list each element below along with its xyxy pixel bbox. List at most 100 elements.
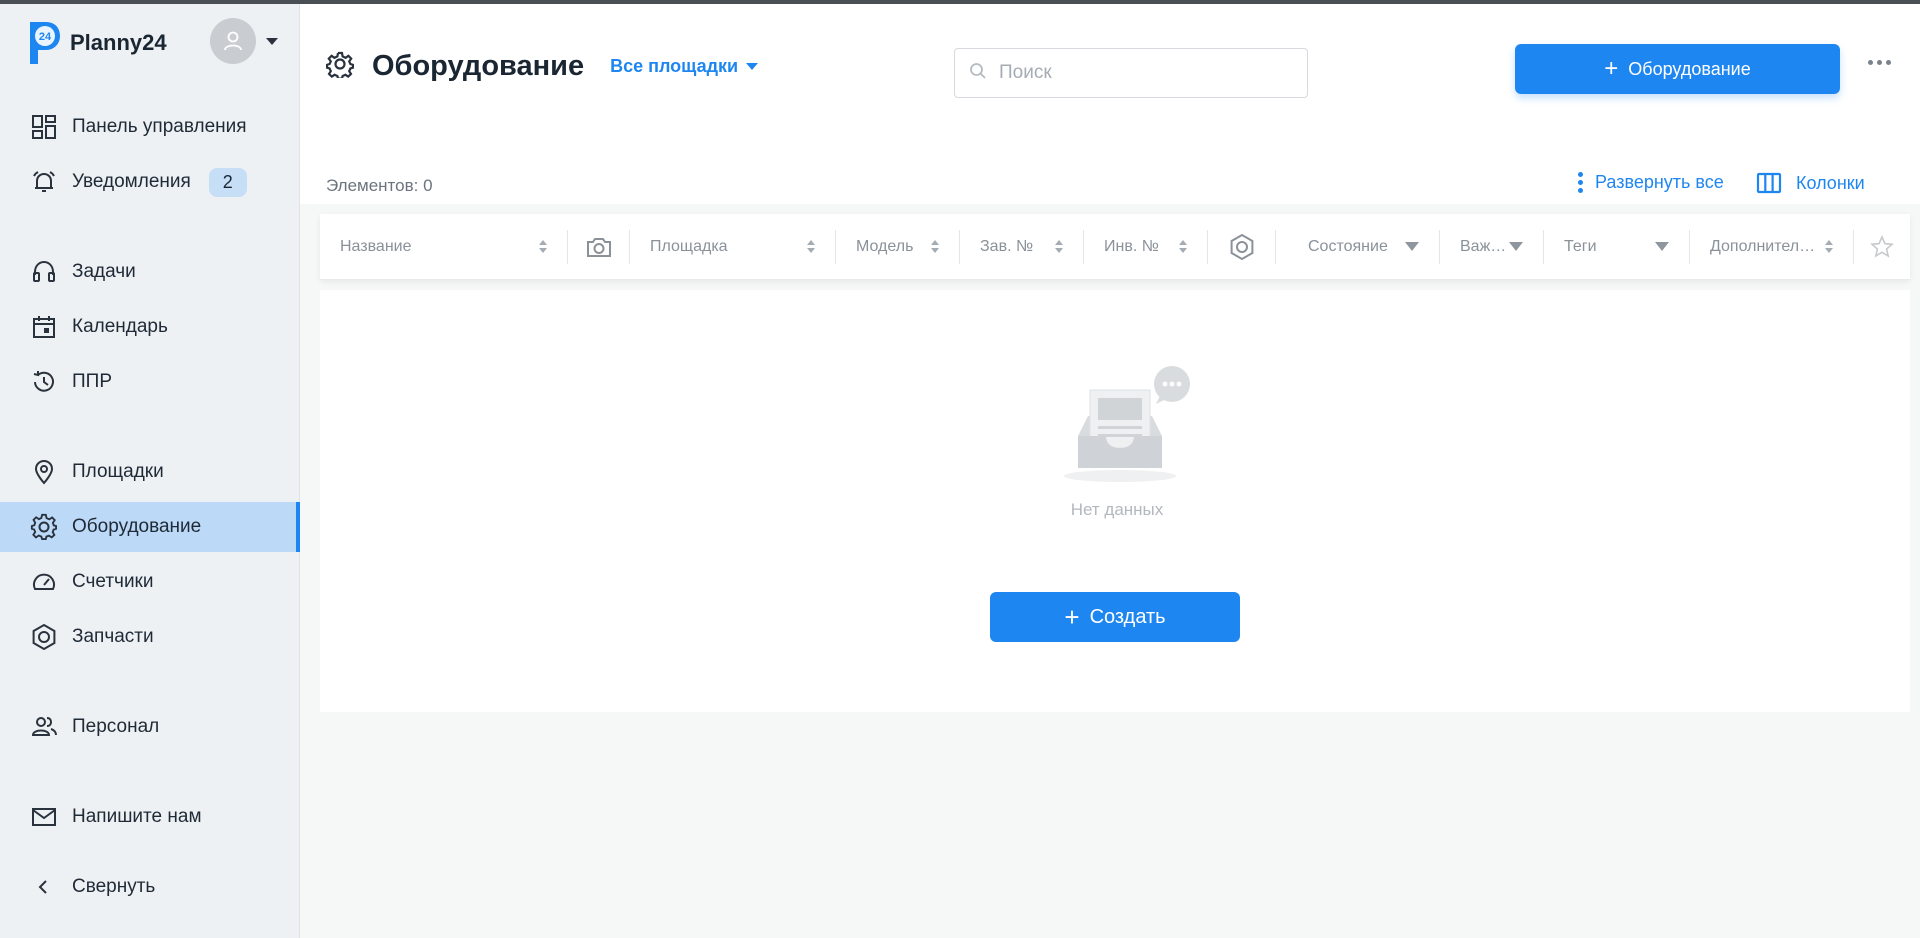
create-button[interactable]: + Создать <box>990 592 1240 642</box>
column-label: Теги <box>1564 237 1597 255</box>
column-label: Важ… <box>1460 237 1507 255</box>
column-label: Дополнител… <box>1710 237 1816 255</box>
filter-icon[interactable] <box>1655 242 1669 251</box>
sort-icon[interactable] <box>539 240 547 253</box>
gear-icon <box>325 50 355 83</box>
hex-nut-icon <box>1230 233 1253 260</box>
search-box[interactable] <box>954 48 1308 98</box>
add-equipment-button[interactable]: + Оборудование <box>1515 44 1840 94</box>
column-header-tags[interactable]: Теги <box>1544 229 1690 264</box>
svg-text:24: 24 <box>39 31 52 43</box>
column-header-state[interactable]: Состояние <box>1276 229 1440 264</box>
people-icon <box>30 713 58 741</box>
sort-icon[interactable] <box>1179 240 1187 253</box>
column-header-parts[interactable] <box>1208 229 1276 264</box>
sidebar-item-collapse[interactable]: Свернуть <box>0 862 300 912</box>
location-pin-icon <box>30 458 58 486</box>
column-header-name[interactable]: Название <box>320 229 568 264</box>
empty-state-text: Нет данных <box>1070 500 1164 519</box>
sidebar-item-contact[interactable]: Напишите нам <box>0 792 300 842</box>
sidebar-item-dashboard[interactable]: Панель управления <box>0 102 300 152</box>
camera-icon <box>586 237 611 257</box>
app-name: Planny24 <box>70 30 167 55</box>
expand-all-label: Развернуть все <box>1595 172 1724 192</box>
column-label: Площадка <box>650 237 728 255</box>
sidebar-item-notifications[interactable]: Уведомления 2 <box>0 157 300 207</box>
bell-icon <box>30 168 58 196</box>
sidebar-item-label: Свернуть <box>72 876 156 897</box>
hex-nut-icon <box>30 623 58 651</box>
column-label: Зав. № <box>980 237 1034 255</box>
column-header-importance[interactable]: Важ… <box>1440 229 1544 264</box>
sidebar-item-sites[interactable]: Площадки <box>0 447 300 497</box>
column-header-inventory[interactable]: Инв. № <box>1084 229 1208 264</box>
create-label: Создать <box>1089 605 1166 628</box>
sidebar-item-label: Счетчики <box>72 571 154 592</box>
sidebar-item-label: Запчасти <box>72 626 154 647</box>
dashboard-icon <box>30 113 58 141</box>
sidebar-item-label: ППР <box>72 371 112 392</box>
table-body: Нет данных + Создать <box>320 290 1910 712</box>
sidebar-item-parts[interactable]: Запчасти <box>0 612 300 662</box>
sidebar-item-meters[interactable]: Счетчики <box>0 557 300 607</box>
gear-icon <box>30 513 58 541</box>
expand-all-button[interactable]: Развернуть все <box>1578 172 1724 193</box>
sidebar-item-tasks[interactable]: Задачи <box>0 247 300 297</box>
search-icon <box>969 62 987 85</box>
sidebar-item-equipment[interactable]: Оборудование <box>0 502 300 552</box>
dot <box>1868 60 1873 65</box>
column-header-model[interactable]: Модель <box>836 229 960 264</box>
column-header-serial[interactable]: Зав. № <box>960 229 1084 264</box>
columns-button[interactable]: Колонки <box>1756 172 1865 194</box>
sort-icon[interactable] <box>1055 240 1063 253</box>
brand[interactable]: 24 Planny24 <box>24 18 167 68</box>
sidebar-item-label: Напишите нам <box>72 806 202 827</box>
sidebar-item-label: Задачи <box>72 261 136 282</box>
star-icon <box>1870 234 1894 258</box>
sidebar-item-label: Оборудование <box>72 516 202 537</box>
more-options-button[interactable] <box>1868 60 1891 65</box>
planny-logo-icon: 24 <box>24 18 64 68</box>
dot <box>1886 60 1891 65</box>
sort-icon[interactable] <box>807 240 815 253</box>
user-menu[interactable] <box>210 18 278 64</box>
vertical-dots-icon <box>1578 172 1583 193</box>
sort-icon[interactable] <box>1825 240 1833 253</box>
chevron-down-icon <box>746 63 759 70</box>
avatar[interactable] <box>210 18 256 64</box>
sidebar-item-ppr[interactable]: ППР <box>0 357 300 407</box>
sidebar-item-calendar[interactable]: Календарь <box>0 302 300 352</box>
column-header-favorite[interactable] <box>1854 230 1910 264</box>
page-title-row: Оборудование Все площадки <box>325 50 759 83</box>
search-input[interactable] <box>999 62 1289 84</box>
gauge-icon <box>30 568 58 596</box>
plus-icon: + <box>1604 55 1619 82</box>
columns-label: Колонки <box>1796 172 1865 193</box>
column-header-photo[interactable] <box>568 229 630 264</box>
sort-icon[interactable] <box>931 240 939 253</box>
sidebar-item-label: Календарь <box>72 316 168 337</box>
column-header-site[interactable]: Площадка <box>630 229 836 264</box>
table-header: Название Площадка Модель Зав. № Инв. № С… <box>320 214 1910 280</box>
mail-icon <box>30 803 58 831</box>
sidebar-item-label: Площадки <box>72 461 164 482</box>
sites-filter-dropdown[interactable]: Все площадки <box>610 56 759 77</box>
column-header-extra[interactable]: Дополнител… <box>1690 229 1854 264</box>
sidebar-item-staff[interactable]: Персонал <box>0 702 300 752</box>
calendar-icon <box>30 313 58 341</box>
dot <box>1877 60 1882 65</box>
sidebar-item-label: Персонал <box>72 716 160 737</box>
filter-icon[interactable] <box>1509 242 1523 251</box>
column-label: Модель <box>856 237 914 255</box>
elements-count: Элементов: 0 <box>326 176 433 195</box>
headset-icon <box>30 258 58 286</box>
chevron-left-icon <box>30 873 58 901</box>
sidebar-item-label: Панель управления <box>72 116 247 137</box>
page-title: Оборудование <box>372 50 585 82</box>
filter-icon[interactable] <box>1405 242 1419 251</box>
columns-icon <box>1756 172 1782 194</box>
chevron-down-icon[interactable] <box>266 37 278 45</box>
column-label: Состояние <box>1308 237 1388 255</box>
window-top-border <box>0 0 1920 4</box>
column-label: Инв. № <box>1104 237 1159 255</box>
